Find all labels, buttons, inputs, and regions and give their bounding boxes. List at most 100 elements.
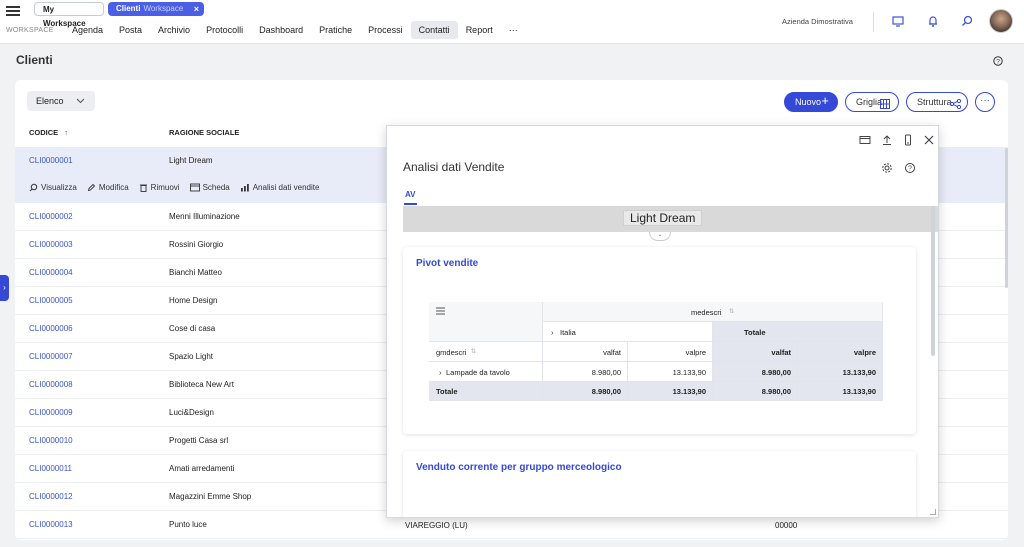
menu-item-report[interactable]: Report — [458, 21, 501, 39]
collapse-toggle[interactable]: ⌄ — [649, 232, 671, 241]
sales-by-group-panel: Venduto corrente per gruppo merceologico — [403, 451, 916, 517]
pencil-icon — [87, 183, 96, 192]
side-panel-toggle[interactable]: › — [0, 275, 9, 301]
svg-text:?: ? — [996, 58, 1000, 65]
menu-item-agenda[interactable]: Agenda — [64, 21, 111, 39]
svg-text:?: ? — [908, 165, 912, 172]
more-options-button[interactable]: ··· — [975, 92, 995, 112]
bar-chart-icon — [240, 184, 249, 192]
menu-item-protocolli[interactable]: Protocolli — [198, 21, 251, 39]
avatar[interactable] — [989, 9, 1013, 33]
client-code-link[interactable]: CLI0000001 — [29, 156, 73, 165]
monitor-icon[interactable] — [891, 14, 905, 28]
action-label: Analisi dati vendite — [252, 183, 320, 192]
pivot-measure-label: valpre — [685, 348, 706, 357]
bell-icon[interactable] — [926, 14, 940, 28]
view-select[interactable]: Elenco — [27, 91, 95, 111]
menu-item-more[interactable]: ··· — [501, 21, 526, 39]
close-icon[interactable] — [923, 134, 935, 146]
mobile-icon[interactable] — [902, 134, 914, 146]
menu-item-processi[interactable]: Processi — [360, 21, 411, 39]
search-icon[interactable] — [960, 14, 974, 28]
pivot-measure-label: valfat — [603, 348, 621, 357]
filter-icon[interactable]: ⇅ — [471, 348, 476, 355]
menu-item-archivio[interactable]: Archivio — [150, 21, 198, 39]
pivot-total-row: Totale — [429, 382, 543, 401]
panel-title: Pivot vendite — [416, 258, 479, 269]
pivot-col-group[interactable]: › Italia — [543, 322, 713, 342]
client-code-link[interactable]: CLI0000002 — [29, 212, 73, 221]
new-button[interactable]: Nuovo + — [784, 92, 838, 112]
client-code-link[interactable]: CLI0000008 — [29, 380, 73, 389]
client-code-link[interactable]: CLI0000010 — [29, 436, 73, 445]
structure-button-label: Struttura — [917, 97, 952, 107]
pivot-cell: 8.980,00 — [543, 362, 628, 382]
client-name: Home Design — [169, 296, 218, 305]
menu-item-contatti[interactable]: Contatti — [410, 21, 458, 39]
pivot-cell: 13.133,90 — [798, 382, 883, 401]
pivot-menu-icon[interactable] — [436, 307, 445, 317]
gear-icon[interactable] — [881, 162, 893, 174]
hamburger-menu-icon[interactable] — [6, 4, 20, 16]
client-name: Biblioteca New Art — [169, 380, 234, 389]
pivot-cell: 8.980,00 — [713, 382, 798, 401]
client-code-link[interactable]: CLI0000011 — [29, 464, 72, 473]
help-icon[interactable]: ? — [993, 56, 1003, 66]
dialog-scrollbar[interactable] — [931, 206, 935, 356]
header-band: Light Dream — [403, 206, 938, 232]
client-code-link[interactable]: CLI0000012 — [29, 492, 73, 501]
client-code-link[interactable]: CLI0000005 — [29, 296, 73, 305]
resize-handle[interactable] — [930, 509, 936, 515]
pivot-row-field-label: gmdescri — [436, 348, 467, 357]
list-scrollbar[interactable] — [1005, 148, 1008, 288]
filter-icon[interactable]: ⇅ — [729, 308, 734, 315]
grid-button[interactable]: Griglia — [845, 92, 899, 112]
column-header-label: CODICE — [29, 128, 59, 137]
client-name: Spazio Light — [169, 352, 214, 361]
pivot-row-field[interactable]: gmdescri ⇅ — [429, 342, 543, 362]
client-name: Bianchi Matteo — [169, 268, 222, 277]
company-name: Azienda Dimostrativa — [782, 17, 853, 26]
client-code-link[interactable]: CLI0000009 — [29, 408, 73, 417]
menu-item-posta[interactable]: Posta — [111, 21, 150, 39]
pivot-cell: 8.980,00 — [713, 362, 798, 382]
top-bar: My Workspace Clienti Workspace × WORKSPAC… — [0, 0, 1024, 44]
client-code-link[interactable]: CLI0000007 — [29, 352, 73, 361]
window-icon[interactable] — [859, 134, 871, 146]
client-name: Magazzini Emme Shop — [169, 492, 252, 501]
view-select-value: Elenco — [36, 96, 64, 106]
page-title: Clienti — [16, 53, 53, 67]
view-action[interactable]: Visualizza — [29, 183, 77, 192]
pivot-measure: valpre — [628, 342, 713, 362]
remove-action[interactable]: Rimuovi — [139, 183, 180, 192]
pivot-col-field[interactable]: medescri ⇅ — [543, 302, 883, 322]
pivot-corner — [429, 302, 543, 342]
tab-my-workspace[interactable]: My Workspace — [34, 2, 104, 28]
tab-av[interactable]: AV — [405, 190, 416, 199]
menu-item-dashboard[interactable]: Dashboard — [251, 21, 311, 39]
pivot-measure-label: valfat — [771, 348, 791, 357]
sales-analysis-action[interactable]: Analisi dati vendite — [240, 183, 320, 192]
client-name: Cose di casa — [169, 324, 216, 333]
column-header-ragione-sociale[interactable]: RAGIONE SOCIALE — [169, 128, 239, 137]
tab-clienti[interactable]: Clienti Workspace × — [108, 2, 204, 16]
card-action[interactable]: Scheda — [189, 183, 230, 192]
close-icon[interactable]: × — [194, 2, 199, 16]
sort-asc-icon: ↑ — [64, 128, 69, 137]
help-icon[interactable]: ? — [904, 162, 916, 174]
pivot-row-header[interactable]: › Lampade da tavolo — [429, 362, 543, 382]
share-nodes-icon — [949, 97, 962, 115]
pivot-table: medescri ⇅ › Italia Totale gmdescri ⇅ va… — [429, 302, 883, 401]
pivot-total-col: Totale — [713, 322, 883, 342]
main-menu: Agenda Posta Archivio Protocolli Dashboa… — [64, 21, 526, 39]
client-code-link[interactable]: CLI0000004 — [29, 268, 73, 277]
client-name: Punto luce — [169, 520, 207, 529]
column-header-codice[interactable]: CODICE ↑ — [29, 128, 68, 137]
structure-button[interactable]: Struttura — [906, 92, 968, 112]
client-code-link[interactable]: CLI0000013 — [29, 520, 73, 529]
client-code-link[interactable]: CLI0000006 — [29, 324, 73, 333]
client-code-link[interactable]: CLI0000003 — [29, 240, 73, 249]
menu-item-pratiche[interactable]: Pratiche — [311, 21, 360, 39]
edit-action[interactable]: Modifica — [87, 183, 129, 192]
upload-icon[interactable] — [881, 134, 893, 146]
